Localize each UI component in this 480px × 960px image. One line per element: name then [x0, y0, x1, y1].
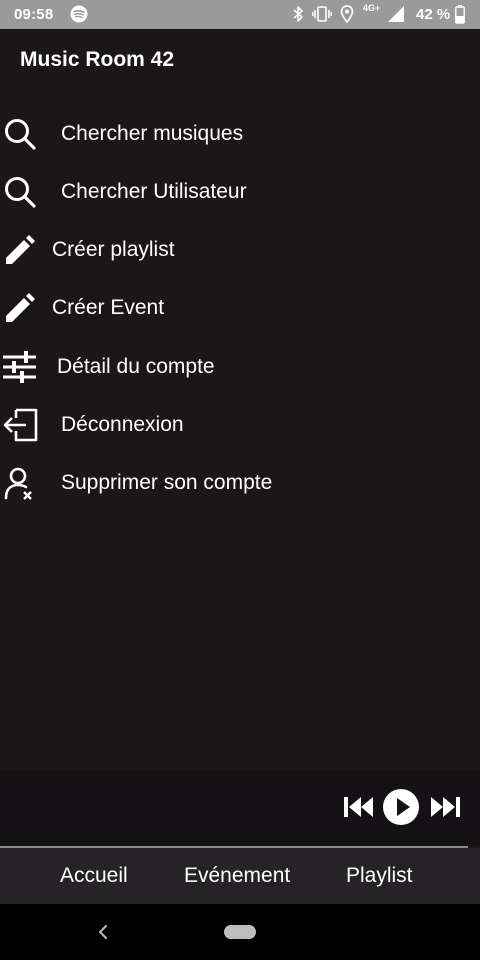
- skip-next-icon[interactable]: [430, 796, 460, 818]
- spotify-icon: [70, 5, 88, 23]
- menu-item-search-music[interactable]: Chercher musiques: [0, 108, 480, 160]
- battery-icon: [455, 5, 465, 24]
- skip-previous-icon[interactable]: [344, 796, 374, 818]
- menu-item-create-event[interactable]: Créer Event: [0, 282, 480, 334]
- tab-playlist[interactable]: Playlist: [346, 864, 413, 888]
- player-bar: [0, 770, 480, 846]
- tab-home[interactable]: Accueil: [60, 864, 128, 888]
- app-title: Music Room 42: [20, 48, 175, 71]
- menu-item-label: Créer playlist: [52, 238, 175, 261]
- pencil-icon: [6, 293, 35, 322]
- battery-percentage: 42 %: [416, 6, 451, 23]
- menu-item-logout[interactable]: Déconnexion: [0, 399, 480, 451]
- menu-item-search-user[interactable]: Chercher Utilisateur: [0, 166, 480, 218]
- menu-item-delete-account[interactable]: Supprimer son compte: [0, 457, 480, 509]
- bluetooth-icon: [293, 6, 303, 22]
- bottom-tab-bar: Accueil Evénement Playlist: [0, 848, 480, 904]
- pencil-icon: [6, 235, 35, 264]
- system-nav-bar: [0, 904, 480, 960]
- menu-item-label: Supprimer son compte: [61, 471, 273, 494]
- delete-user-icon: [4, 467, 32, 500]
- network-type: 4G+: [363, 3, 381, 13]
- play-icon[interactable]: [383, 789, 419, 825]
- logout-icon: [3, 408, 38, 442]
- tab-events[interactable]: Evénement: [184, 864, 290, 888]
- sliders-icon: [3, 351, 36, 383]
- location-icon: [340, 5, 354, 23]
- search-icon: [5, 177, 36, 208]
- menu-item-label: Déconnexion: [61, 413, 184, 436]
- menu-item-label: Chercher Utilisateur: [61, 180, 247, 203]
- menu-item-label: Chercher musiques: [61, 122, 244, 145]
- status-time: 09:58: [14, 6, 54, 23]
- search-icon: [5, 119, 36, 150]
- vibrate-icon: [312, 6, 332, 22]
- menu-item-create-playlist[interactable]: Créer playlist: [0, 224, 480, 276]
- menu-item-account-details[interactable]: Détail du compte: [0, 341, 480, 393]
- menu-item-label: Créer Event: [52, 296, 165, 319]
- back-icon[interactable]: [96, 924, 110, 940]
- home-pill[interactable]: [224, 925, 256, 939]
- menu-item-label: Détail du compte: [57, 355, 215, 378]
- status-bar: 09:58 4G+ 42 %: [0, 0, 480, 29]
- signal-icon: [388, 6, 404, 22]
